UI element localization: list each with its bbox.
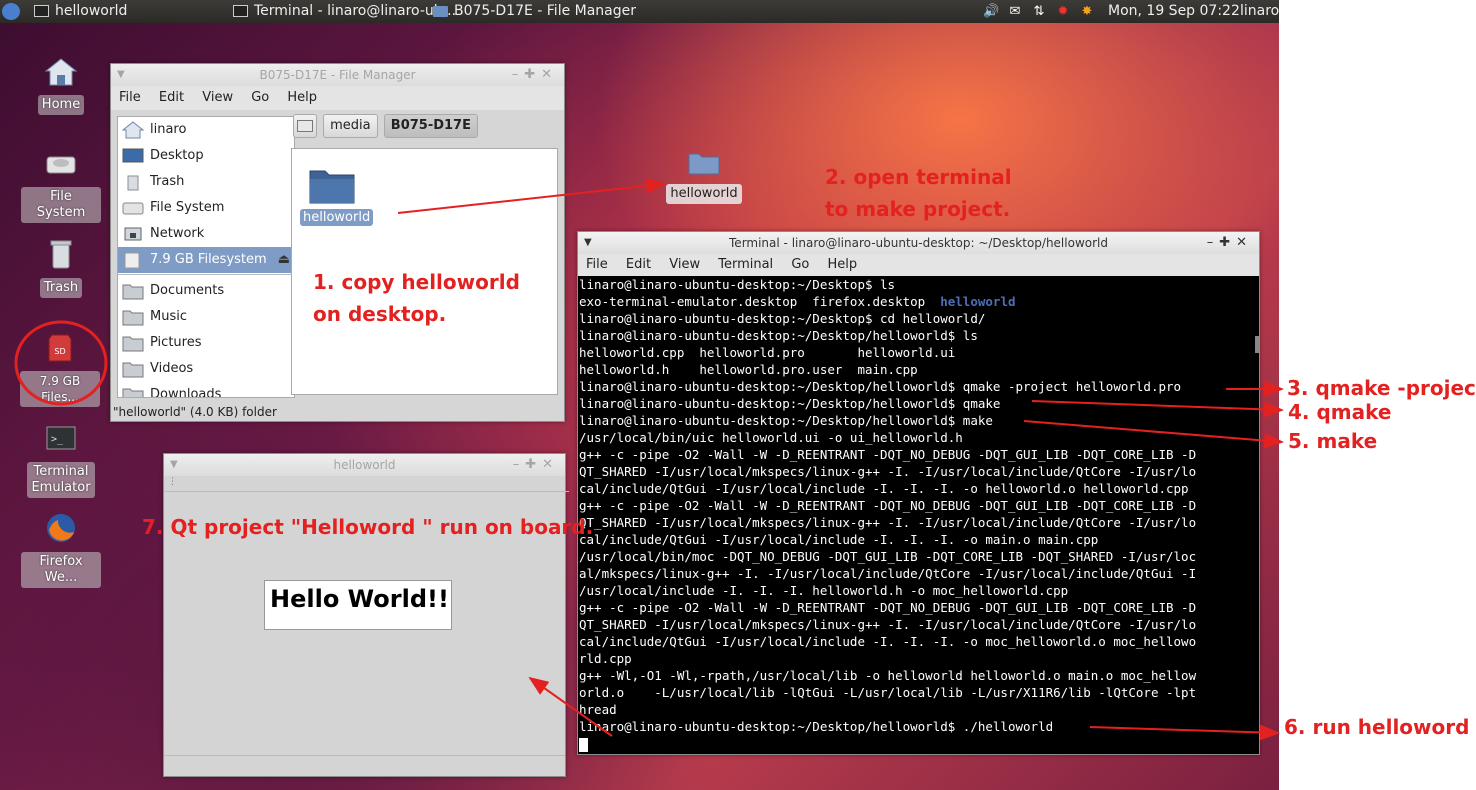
arrow-run xyxy=(1089,724,1280,741)
annotation-step4: 4. qmake xyxy=(1288,400,1392,424)
arrow-qt-window xyxy=(528,676,613,737)
annotation-step5: 5. make xyxy=(1288,429,1378,453)
annotation-step7: 7. Qt project "Helloword " run on board. xyxy=(142,515,594,539)
arrow-qmake xyxy=(1031,400,1284,418)
annotation-step1: 1. copy helloworld on desktop. xyxy=(313,270,520,326)
annotation-step6: 6. run helloword xyxy=(1284,715,1470,739)
arrow-make xyxy=(1023,420,1284,449)
arrow-copy-to-desktop xyxy=(397,177,666,214)
annotation-arrows xyxy=(397,177,1284,741)
annotation-step2: 2. open terminal to make project. xyxy=(825,165,1012,221)
